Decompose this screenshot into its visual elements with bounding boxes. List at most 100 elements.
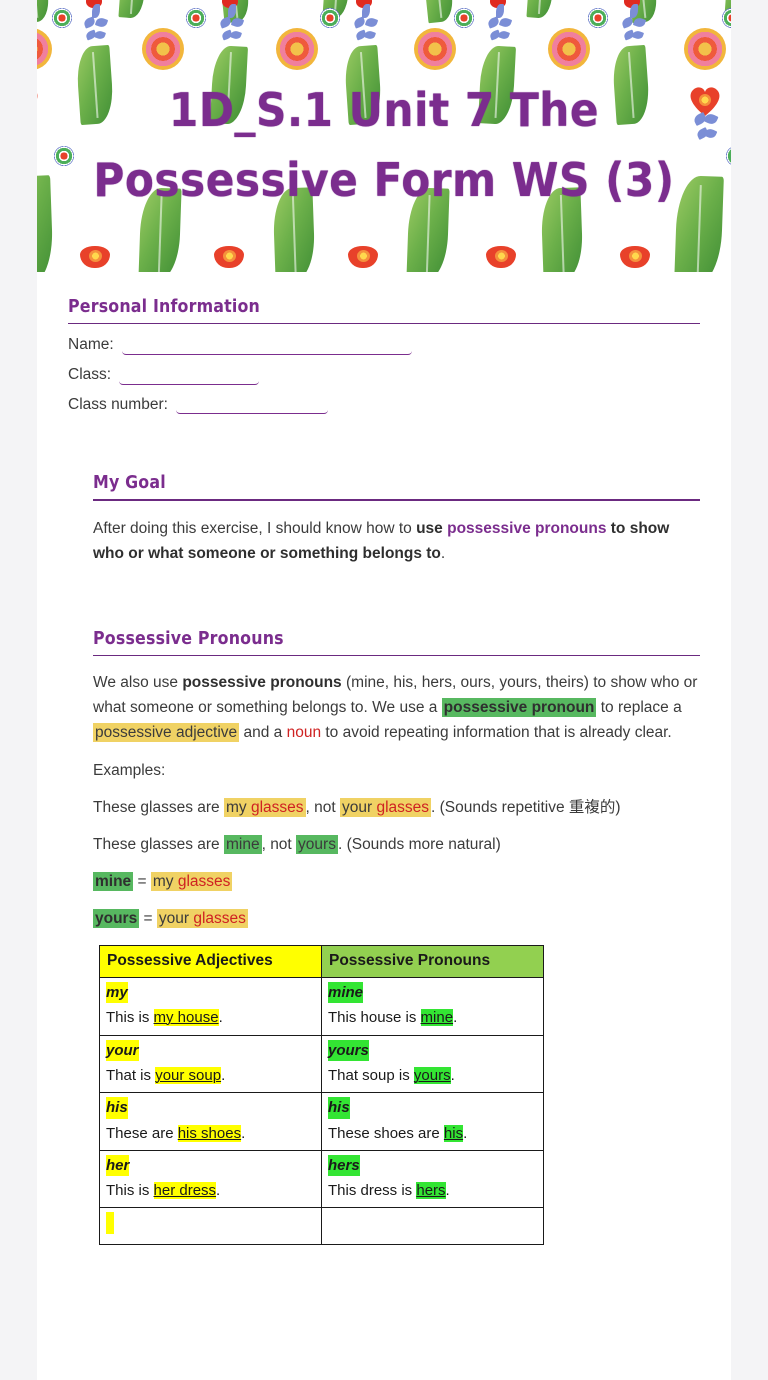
ex1-adjective-2: your — [341, 798, 373, 816]
adjective-sentence: This is my house. — [106, 1007, 315, 1028]
personal-information-section: Personal Information Name: Class: Class … — [37, 296, 731, 415]
intro-a: We also use — [93, 674, 183, 692]
sentence-highlight: mine — [420, 1009, 454, 1027]
my-goal-text: After doing this exercise, I should know… — [93, 516, 700, 566]
pronoun-sentence: This dress is hers. — [328, 1180, 537, 1201]
adjective-sentence: These are his shoes. — [106, 1123, 315, 1144]
sentence-post: . — [450, 1066, 455, 1084]
pronoun-cell — [321, 1207, 544, 1245]
table-row: his These are his shoes. his These shoes… — [99, 1092, 544, 1151]
intro-e: to avoid repeating information that is a… — [321, 724, 672, 742]
column-header-possessive-adjectives: Possessive Adjectives — [99, 945, 322, 979]
intro-c: to replace a — [596, 699, 682, 717]
possessive-pronouns-section: Possessive Pronouns We also use possessi… — [37, 628, 731, 931]
sentence-post: . — [453, 1009, 458, 1027]
ex2-a: These glasses are — [93, 835, 224, 853]
decorative-header-banner: 1D_S.1 Unit 7 The Possessive Form WS (3) — [37, 0, 731, 272]
pronoun-cell: hers This dress is hers. — [321, 1149, 544, 1209]
pronoun-word: hers — [328, 1154, 360, 1177]
adjective-cell: her This is her dress. — [99, 1149, 322, 1209]
table-header-row: Possessive Adjectives Possessive Pronoun… — [99, 945, 544, 979]
ex1-highlight-group-1: my glasses — [223, 797, 306, 817]
eq1-noun: glasses — [177, 872, 231, 890]
table-row: her This is her dress. hers This dress i… — [99, 1149, 544, 1209]
possessive-comparison-table: Possessive Adjectives Possessive Pronoun… — [99, 945, 544, 1245]
class-number-input-blank[interactable] — [175, 399, 328, 415]
adjective-sentence: This is her dress. — [106, 1180, 315, 1201]
pronoun-word: his — [328, 1097, 350, 1119]
intro-amber-highlight: possessive adjective — [93, 723, 240, 743]
eq2-adjective: your — [158, 909, 190, 927]
ex2-b: , not — [261, 835, 297, 853]
eq1-highlight-group: my glasses — [150, 871, 233, 891]
sentence-post: . — [241, 1124, 246, 1142]
sentence-pre: These are — [106, 1124, 178, 1142]
section-divider — [93, 499, 700, 501]
table-head: Possessive Adjectives Possessive Pronoun… — [99, 945, 544, 979]
sentence-pre: These shoes are — [328, 1124, 444, 1142]
pronoun-cell: his These shoes are his. — [321, 1092, 544, 1151]
ex1-noun-1: glasses — [250, 798, 304, 816]
pronoun-word: mine — [328, 982, 364, 1004]
pronoun-word: yours — [328, 1039, 369, 1061]
adjective-word: his — [106, 1097, 128, 1119]
eq1-adjective: my — [152, 872, 174, 890]
ex2-pronoun-2: yours — [296, 834, 338, 854]
section-divider — [68, 323, 700, 325]
adjective-word: your — [106, 1039, 139, 1061]
intro-noun-red: noun — [286, 724, 322, 742]
adjective-word — [106, 1212, 115, 1234]
sentence-pre: This is — [106, 1182, 154, 1200]
class-label: Class: — [68, 365, 112, 383]
intro-green-highlight: possessive pronoun — [441, 698, 597, 718]
sentence-post: . — [463, 1124, 468, 1142]
equation-line-2: yours = your glasses — [93, 906, 700, 931]
pronoun-word — [328, 1212, 332, 1233]
eq2-noun: glasses — [193, 909, 246, 927]
sentence-highlight: your soup — [155, 1066, 222, 1084]
ex2-pronoun-1: mine — [223, 834, 262, 854]
sentence-pre: This dress is — [328, 1182, 417, 1200]
name-label: Name: — [68, 336, 114, 354]
adjective-cell — [99, 1207, 322, 1245]
table-row: my This is my house. mine This house is … — [99, 977, 544, 1036]
goal-purple-phrase: possessive pronouns — [447, 519, 607, 537]
ex1-b: , not — [305, 798, 340, 816]
adjective-word: her — [106, 1154, 130, 1177]
eq2-equals: = — [139, 909, 157, 927]
sentence-post: . — [445, 1182, 450, 1200]
comparison-table-wrapper: Possessive Adjectives Possessive Pronoun… — [37, 945, 731, 1245]
field-row-class: Class: — [68, 366, 700, 385]
class-input-blank[interactable] — [119, 370, 260, 385]
equation-line-1: mine = my glasses — [93, 869, 700, 894]
pronoun-cell: yours That soup is yours. — [321, 1034, 544, 1094]
pronoun-cell: mine This house is mine. — [321, 977, 544, 1036]
table-row: your That is your soup. yours That soup … — [99, 1034, 544, 1094]
ex1-highlight-group-2: your glasses — [339, 797, 432, 817]
sentence-highlight: hers — [416, 1182, 446, 1200]
adjective-sentence: That is your soup. — [106, 1065, 315, 1086]
column-header-possessive-pronouns: Possessive Pronouns — [321, 945, 544, 979]
page-title: 1D_S.1 Unit 7 The Possessive Form WS (3) — [93, 83, 675, 207]
goal-period: . — [440, 544, 446, 562]
my-goal-section: My Goal After doing this exercise, I sho… — [37, 472, 731, 566]
pronoun-sentence: These shoes are his. — [328, 1123, 537, 1144]
field-row-name: Name: — [68, 336, 700, 355]
sentence-highlight: my house — [153, 1009, 219, 1027]
intro-bold-term: possessive pronouns — [182, 674, 342, 692]
ex2-c: . (Sounds more natural) — [337, 835, 501, 853]
example-sentence-2: These glasses are mine, not yours. (Soun… — [93, 832, 700, 857]
eq1-equals: = — [133, 872, 151, 890]
possessive-pronouns-intro: We also use possessive pronouns (mine, h… — [93, 670, 700, 745]
ex1-adjective-1: my — [225, 798, 247, 816]
sentence-post: . — [221, 1066, 226, 1084]
table-body: my This is my house. mine This house is … — [99, 977, 544, 1245]
adjective-cell: your That is your soup. — [99, 1034, 322, 1094]
ex1-noun-2: glasses — [376, 798, 430, 816]
adjective-cell: his These are his shoes. — [99, 1092, 322, 1151]
my-goal-heading: My Goal — [93, 472, 166, 494]
adjective-word: my — [106, 982, 128, 1004]
name-input-blank[interactable] — [121, 340, 412, 355]
field-row-class-number: Class number: — [68, 396, 700, 415]
sentence-pre: This house is — [328, 1009, 421, 1027]
